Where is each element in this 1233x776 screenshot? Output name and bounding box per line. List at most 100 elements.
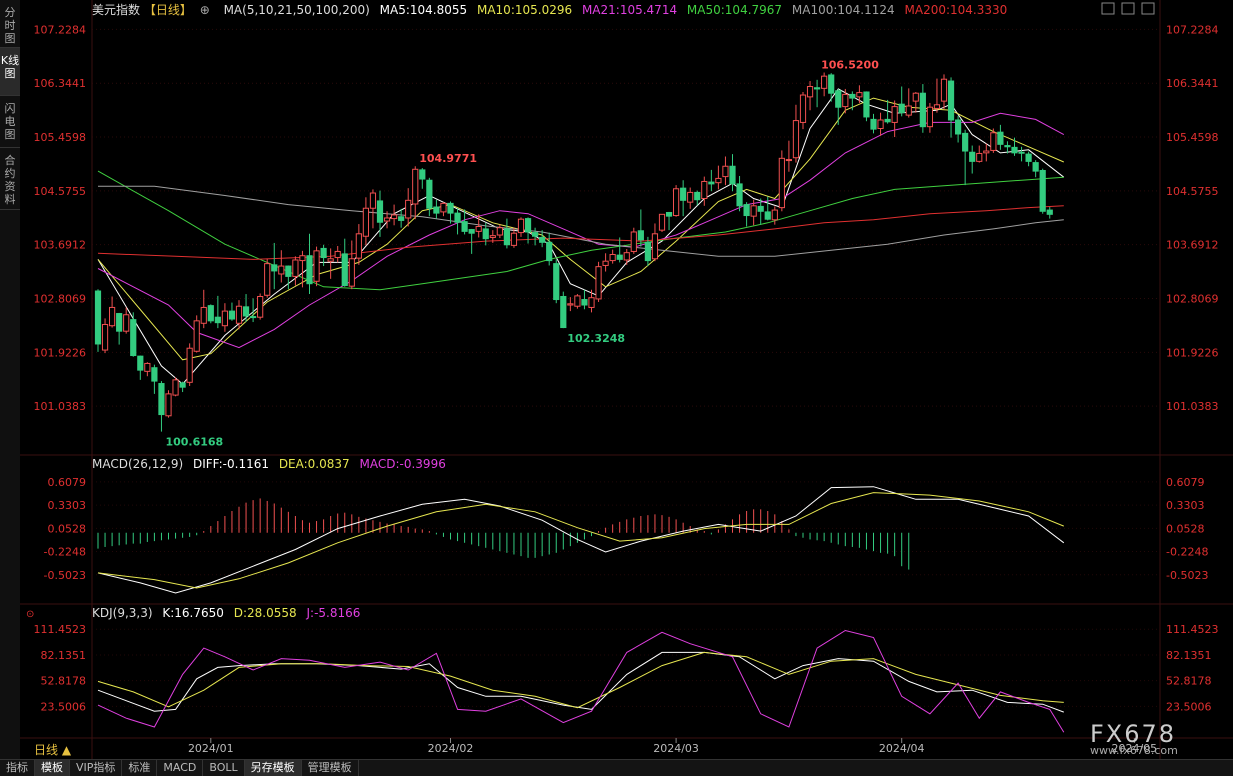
bottom-tab-template[interactable]: 模板 — [35, 760, 70, 776]
candle[interactable] — [778, 150, 785, 212]
price-extreme-label: 100.6168 — [165, 436, 223, 449]
bottom-tab-manage-template[interactable]: 管理模板 — [302, 760, 359, 776]
macd-tick-left: 0.6079 — [48, 476, 87, 489]
candle[interactable] — [863, 91, 870, 122]
tab-contract-info[interactable]: 合约资料 — [0, 148, 20, 210]
candle[interactable] — [172, 377, 179, 397]
price-extreme-label: 106.5200 — [821, 59, 879, 72]
kdj-tick-right: 23.5006 — [1166, 700, 1212, 713]
candle-body — [792, 120, 800, 159]
candle-body — [983, 150, 990, 154]
candle-body — [299, 255, 306, 262]
candle-body — [814, 87, 821, 90]
candle-body — [722, 165, 729, 178]
candle-body — [1025, 153, 1032, 162]
candle-body — [905, 105, 912, 116]
main-header: 美元指数 【日线】 ⊕ MA(5,10,21,50,100,200) MA5:1… — [92, 2, 1007, 17]
bottom-tab-indicator[interactable]: 指标 — [0, 760, 35, 776]
candle-body — [221, 310, 229, 327]
macd-tick-left: 0.3303 — [48, 499, 87, 512]
candle[interactable] — [595, 261, 602, 302]
candle[interactable] — [264, 258, 271, 298]
macd-tick-left: -0.2248 — [44, 546, 86, 559]
candle-body — [440, 202, 447, 213]
price-tick-right: 106.3441 — [1166, 77, 1219, 90]
candle-body — [764, 211, 771, 220]
candle[interactable] — [658, 213, 666, 232]
price-tick-right: 101.9226 — [1166, 346, 1219, 359]
candle-body — [947, 80, 955, 121]
bottom-tab-save-template[interactable]: 另存模板 — [244, 760, 302, 776]
kdj-d: D:28.0558 — [234, 606, 297, 620]
price-extreme-label: 102.3248 — [567, 332, 625, 345]
candle-body — [433, 206, 440, 214]
candle[interactable] — [207, 304, 214, 324]
tab-kline[interactable]: K线图 — [0, 48, 20, 96]
price-tick-right: 105.4598 — [1166, 131, 1219, 144]
period-label[interactable]: 日线 ▲ — [34, 743, 72, 757]
candle[interactable] — [1039, 168, 1046, 214]
candle-body — [828, 74, 835, 94]
candle-body — [694, 191, 701, 201]
candle-body — [123, 314, 130, 332]
candle[interactable] — [165, 390, 172, 418]
candle-body — [419, 169, 426, 180]
macd-tick-left: -0.5023 — [44, 569, 86, 582]
candle-body — [94, 290, 102, 345]
tab-timeshare[interactable]: 分时图 — [0, 0, 20, 48]
candle-body — [750, 205, 757, 217]
candle-body — [130, 319, 137, 357]
candle[interactable] — [257, 293, 264, 320]
bottom-tab-macd[interactable]: MACD — [157, 760, 204, 776]
candle-body — [158, 383, 165, 416]
candle-body — [687, 191, 694, 203]
candle-body — [637, 230, 644, 241]
macd-title: MACD(26,12,9) — [92, 457, 183, 471]
kdj-header: KDJ(9,3,3) K:16.7650 D:28.0558 J:-5.8166 — [92, 606, 360, 620]
candle[interactable] — [560, 291, 567, 329]
candle-body — [447, 202, 454, 214]
candle[interactable] — [193, 315, 200, 353]
candle-body — [799, 94, 807, 123]
candle-body — [736, 183, 743, 207]
bottom-tab-standard[interactable]: 标准 — [122, 760, 158, 776]
bottom-tab-vip-indicator[interactable]: VIP指标 — [70, 760, 123, 776]
candle-body — [524, 218, 532, 233]
candle-body — [405, 199, 412, 219]
kdj-tick-left: 82.1351 — [41, 649, 87, 662]
candle[interactable] — [630, 227, 637, 254]
candle-body — [884, 118, 891, 123]
candle-body — [581, 299, 588, 306]
candle-body — [616, 254, 623, 260]
macd-tick-right: 0.3303 — [1166, 499, 1205, 512]
tab-flash-chart[interactable]: 闪电图 — [0, 96, 20, 148]
kdj-title: KDJ(9,3,3) — [92, 606, 153, 620]
candle-body — [595, 266, 602, 300]
chart-area[interactable]: 美元指数 【日线】 ⊕ MA(5,10,21,50,100,200) MA5:1… — [20, 0, 1233, 759]
candle[interactable] — [673, 185, 680, 217]
candle-body — [771, 209, 778, 221]
bottom-toolbar: 指标 模板 VIP指标 标准 MACD BOLL 另存模板 管理模板 — [0, 759, 1233, 776]
ma100-value: MA100:104.1124 — [792, 3, 895, 17]
candle-body — [228, 310, 236, 320]
candle-body — [532, 232, 539, 237]
price-tick-right: 102.8069 — [1166, 293, 1219, 306]
ma5-value: MA5:104.8055 — [380, 3, 468, 17]
bottom-tab-boll[interactable]: BOLL — [203, 760, 245, 776]
candle-body — [912, 92, 919, 102]
candle[interactable] — [94, 289, 102, 352]
candle-body — [313, 250, 320, 282]
candle-body — [680, 187, 687, 201]
kdj-settings-icon[interactable]: ⊙ — [26, 609, 34, 620]
candle[interactable] — [313, 246, 320, 287]
candle[interactable] — [553, 259, 560, 304]
candle-body — [383, 217, 391, 222]
candle-body — [997, 131, 1004, 145]
candle-body — [264, 263, 271, 296]
ma10-value: MA10:105.0296 — [477, 3, 572, 17]
candle[interactable] — [186, 343, 193, 386]
candle-body — [665, 212, 673, 217]
candle[interactable] — [574, 294, 581, 309]
instrument-title: 美元指数 — [92, 2, 140, 17]
candle-body — [560, 295, 567, 329]
